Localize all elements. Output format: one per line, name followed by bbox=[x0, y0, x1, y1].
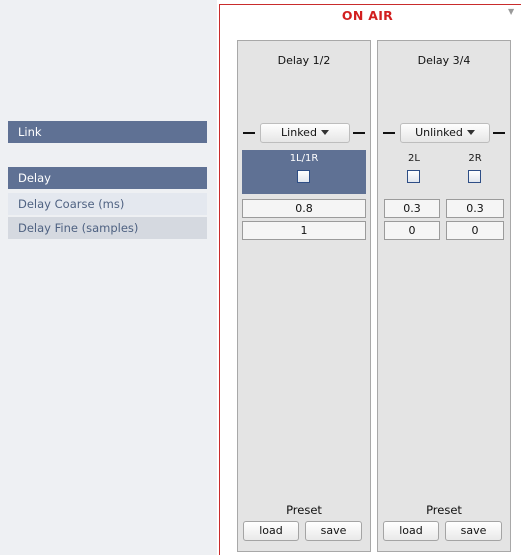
preset-load-button[interactable]: load bbox=[243, 521, 299, 541]
delay-coarse-field-1l-1r[interactable]: 0.8 bbox=[242, 199, 366, 218]
channel-label-2r: 2R bbox=[468, 153, 482, 164]
delay-coarse-field-2l[interactable]: 0.3 bbox=[384, 199, 440, 218]
channel-checkbox-2l[interactable] bbox=[407, 170, 420, 183]
delay-fine-field-2r[interactable]: 0 bbox=[446, 221, 504, 240]
link-line-left bbox=[243, 132, 255, 134]
delay-coarse-field-2r[interactable]: 0.3 bbox=[446, 199, 504, 218]
chevron-down-icon bbox=[320, 130, 329, 135]
channel-label-2l: 2L bbox=[408, 153, 420, 164]
parameter-sidebar: Link Delay Delay Coarse (ms) Delay Fine … bbox=[0, 0, 217, 555]
sidebar-link-header: Link bbox=[8, 121, 207, 143]
sidebar-delay-fine-label: Delay Fine (samples) bbox=[8, 217, 207, 239]
link-line-right bbox=[353, 132, 365, 134]
sidebar-delay-header: Delay bbox=[8, 167, 207, 189]
link-mode-value: Unlinked bbox=[415, 126, 463, 139]
channel-checkbox-1l-1r[interactable] bbox=[297, 170, 310, 183]
preset-label: Preset bbox=[426, 503, 462, 517]
channel-title: Delay 3/4 bbox=[417, 54, 471, 67]
link-line-right bbox=[493, 132, 505, 134]
channel-checkbox-2r[interactable] bbox=[468, 170, 481, 183]
preset-load-button[interactable]: load bbox=[383, 521, 439, 541]
link-line-left bbox=[383, 132, 395, 134]
link-mode-value: Linked bbox=[281, 126, 317, 139]
channel-area: ON AIR ▼ Delay 1/2 Linked 1L/1R 0.8 1 Pr… bbox=[219, 4, 521, 555]
delay-fine-field-1l-1r[interactable]: 1 bbox=[242, 221, 366, 240]
chevron-down-icon bbox=[466, 130, 475, 135]
on-air-status: ON AIR bbox=[341, 8, 394, 23]
channel-delay-1-2: Delay 1/2 Linked 1L/1R 0.8 1 Preset load… bbox=[237, 40, 371, 552]
channel-title: Delay 1/2 bbox=[277, 54, 331, 67]
preset-save-button[interactable]: save bbox=[305, 521, 362, 541]
corner-menu-arrow-icon[interactable]: ▼ bbox=[508, 7, 514, 16]
sidebar-delay-coarse-label: Delay Coarse (ms) bbox=[8, 193, 207, 215]
link-mode-dropdown[interactable]: Linked bbox=[260, 123, 350, 143]
channel-delay-3-4: Delay 3/4 Unlinked 2L 2R 0.3 0.3 0 0 Pre… bbox=[377, 40, 511, 552]
link-mode-dropdown[interactable]: Unlinked bbox=[400, 123, 490, 143]
preset-save-button[interactable]: save bbox=[445, 521, 502, 541]
channel-label-1l-1r: 1L/1R bbox=[289, 153, 319, 164]
delay-fine-field-2l[interactable]: 0 bbox=[384, 221, 440, 240]
preset-label: Preset bbox=[286, 503, 322, 517]
